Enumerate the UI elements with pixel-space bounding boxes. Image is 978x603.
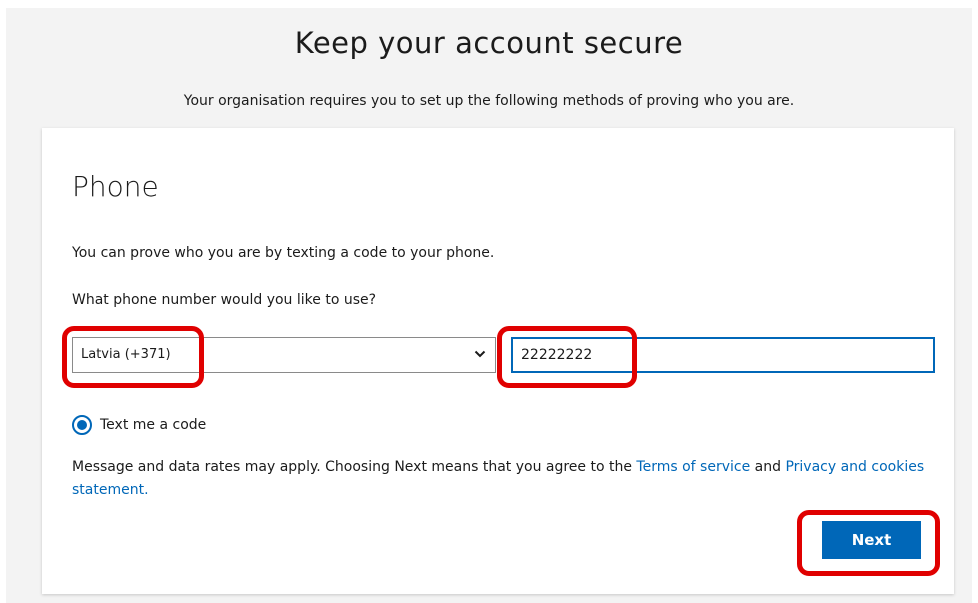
card-heading: Phone <box>72 170 159 203</box>
chevron-down-icon <box>474 350 486 358</box>
disclaimer-and: and <box>750 459 786 475</box>
disclaimer-text: Message and data rates may apply. Choosi… <box>72 456 932 502</box>
card-description: You can prove who you are by texting a c… <box>72 245 495 261</box>
radio-label: Text me a code <box>100 417 207 433</box>
page: Keep your account secure Your organisati… <box>0 0 978 603</box>
page-title: Keep your account secure <box>294 26 684 60</box>
next-button[interactable]: Next <box>822 521 921 559</box>
text-me-code-option[interactable]: Text me a code <box>72 414 206 436</box>
terms-of-service-link[interactable]: Terms of service <box>636 459 750 475</box>
disclaimer-body: Message and data rates may apply. Choosi… <box>72 459 637 475</box>
radio-selected-dot <box>77 420 87 430</box>
phone-question-label: What phone number would you like to use? <box>72 292 377 308</box>
country-code-select[interactable]: Latvia (+371) <box>72 337 496 373</box>
page-subtitle: Your organisation requires you to set up… <box>183 93 795 109</box>
country-code-value: Latvia (+371) <box>81 347 171 362</box>
phone-method-card: Phone You can prove who you are by texti… <box>42 128 954 594</box>
phone-number-input[interactable] <box>511 337 935 373</box>
radio-button[interactable] <box>72 415 92 435</box>
